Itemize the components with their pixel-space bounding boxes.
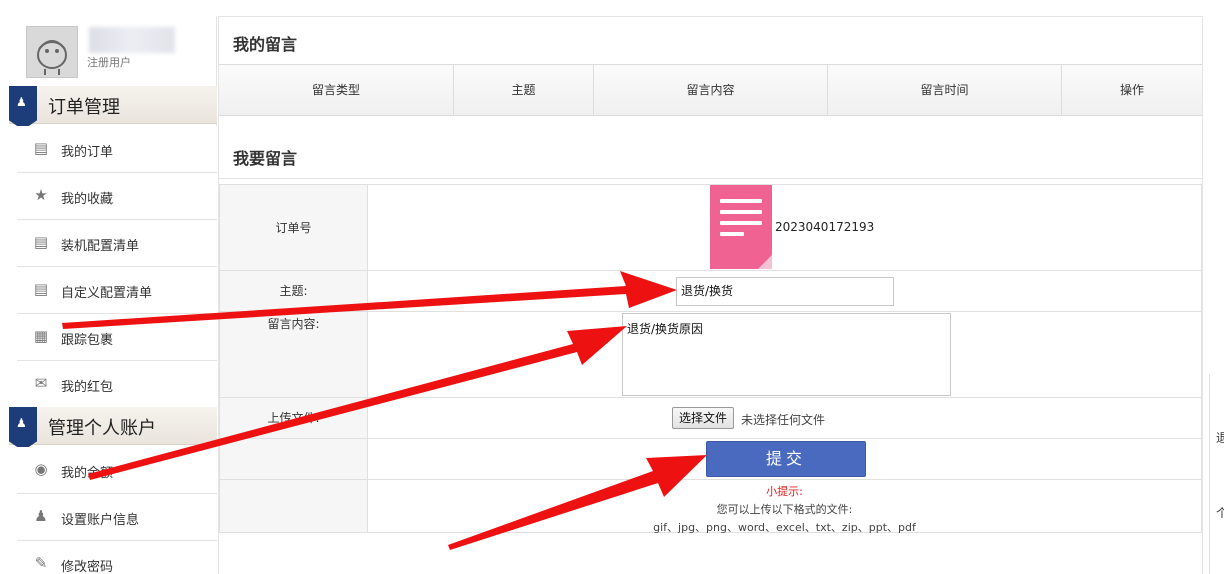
file-status: 未选择任何文件 xyxy=(741,413,826,427)
form-row-submit: 提交 xyxy=(220,439,1201,480)
column-header: 留言时间 xyxy=(828,65,1062,115)
sidebar: 注册用户 ♟ 订单管理 ▤ 我的订单 ★ 我的收藏 ▤ 装机配置清单 ▤ 自定义… xyxy=(9,16,217,574)
section-header-account: ♟ 管理个人账户 xyxy=(9,407,217,451)
sidebar-item-label: 设置账户信息 xyxy=(61,513,140,528)
avatar-placeholder-icon xyxy=(37,40,67,75)
sidebar-item-label: 修改密码 xyxy=(61,560,114,574)
section-header-orders: ♟ 订单管理 xyxy=(9,86,217,130)
subject-input[interactable]: 退货/换货 xyxy=(676,277,894,306)
sidebar-item-account-info[interactable]: ♟ 设置账户信息 xyxy=(17,494,217,541)
document-icon xyxy=(710,185,772,269)
form-row-content: 留言内容: 退货/换货原因 xyxy=(220,312,1201,398)
sidebar-item-custom-list[interactable]: ▤ 自定义配置清单 xyxy=(17,267,217,314)
page-title: 我的留言 xyxy=(233,35,298,54)
section-title: 订单管理 xyxy=(48,97,120,118)
form-row-order: 订单号 2023040172193 xyxy=(220,185,1201,271)
money-bag-icon: ◉ xyxy=(34,460,48,478)
message-form: 订单号 2023040172193 主题: 退货/换货 留言内容: 退货/换货原… xyxy=(219,184,1202,534)
sidebar-item-label: 我的红包 xyxy=(61,380,114,395)
side-panel-fragment: 退 个 xyxy=(1209,374,1224,574)
choose-file-button[interactable]: 选择文件 xyxy=(672,407,735,429)
messages-table-header: 留言类型 主题 留言内容 留言时间 操作 xyxy=(219,64,1202,116)
person-icon: ♟ xyxy=(34,507,48,525)
column-header: 留言类型 xyxy=(219,65,454,115)
section-title: 管理个人账户 xyxy=(48,418,156,439)
form-row-upload: 上传文件: 选择文件 未选择任何文件 xyxy=(220,398,1201,439)
empty-label xyxy=(220,480,368,532)
pencil-icon: ✎ xyxy=(34,554,48,572)
content-label: 留言内容: xyxy=(220,312,368,397)
empty-label xyxy=(220,439,368,479)
column-header: 主题 xyxy=(454,65,594,115)
column-header: 留言内容 xyxy=(594,65,828,115)
tip-title: 小提示: xyxy=(766,485,803,498)
star-icon: ★ xyxy=(34,186,48,204)
user-role: 注册用户 xyxy=(87,56,131,69)
main-panel: 我的留言 留言类型 主题 留言内容 留言时间 操作 我要留言 订单号 20230… xyxy=(218,16,1203,574)
username-redacted xyxy=(89,27,175,53)
user-panel: 注册用户 xyxy=(17,16,217,86)
tip-line-1: 您可以上传以下格式的文件: xyxy=(716,503,853,516)
upload-label: 上传文件: xyxy=(220,398,368,438)
grid-icon: ▦ xyxy=(33,327,49,345)
sidebar-item-my-orders[interactable]: ▤ 我的订单 xyxy=(17,126,217,173)
list-icon: ▤ xyxy=(33,139,49,157)
sidebar-item-label: 自定义配置清单 xyxy=(61,286,153,301)
section-badge: ♟ xyxy=(9,86,37,130)
form-row-tips: 小提示: 您可以上传以下格式的文件: gif、jpg、png、word、exce… xyxy=(220,480,1201,534)
sidebar-item-change-password[interactable]: ✎ 修改密码 xyxy=(17,541,217,574)
list-icon: ▤ xyxy=(33,233,49,251)
side-text-fragment: 个 xyxy=(1216,506,1224,520)
tip-line-2: gif、jpg、png、word、excel、txt、zip、ppt、pdf xyxy=(653,521,916,534)
order-label: 订单号 xyxy=(220,185,368,270)
side-text-fragment: 退 xyxy=(1216,431,1224,445)
user-icon: ♟ xyxy=(16,416,27,430)
sidebar-item-label: 我的余额 xyxy=(61,466,114,481)
sidebar-item-build-list[interactable]: ▤ 装机配置清单 xyxy=(17,220,217,267)
divider xyxy=(219,178,1202,179)
submit-button[interactable]: 提交 xyxy=(706,441,866,477)
sidebar-item-favorites[interactable]: ★ 我的收藏 xyxy=(17,173,217,220)
list-icon: ▤ xyxy=(33,280,49,298)
sidebar-item-balance[interactable]: ◉ 我的余额 xyxy=(17,447,217,494)
sidebar-item-label: 跟踪包裹 xyxy=(61,333,114,348)
subject-label: 主题: xyxy=(220,271,368,311)
sidebar-item-red-packet[interactable]: ✉ 我的红包 xyxy=(17,361,217,408)
order-number: 2023040172193 xyxy=(775,220,875,234)
sidebar-item-label: 装机配置清单 xyxy=(61,239,140,254)
form-row-subject: 主题: 退货/换货 xyxy=(220,271,1201,312)
form-title: 我要留言 xyxy=(233,149,298,168)
sidebar-item-label: 我的订单 xyxy=(61,145,114,160)
sidebar-item-label: 我的收藏 xyxy=(61,192,114,207)
section-badge: ♟ xyxy=(9,407,37,451)
sidebar-item-track-package[interactable]: ▦ 跟踪包裹 xyxy=(17,314,217,361)
user-icon: ♟ xyxy=(16,95,27,109)
column-header: 操作 xyxy=(1119,83,1144,97)
content-textarea[interactable]: 退货/换货原因 xyxy=(622,313,951,396)
avatar[interactable] xyxy=(26,26,78,78)
envelope-icon: ✉ xyxy=(34,374,48,392)
